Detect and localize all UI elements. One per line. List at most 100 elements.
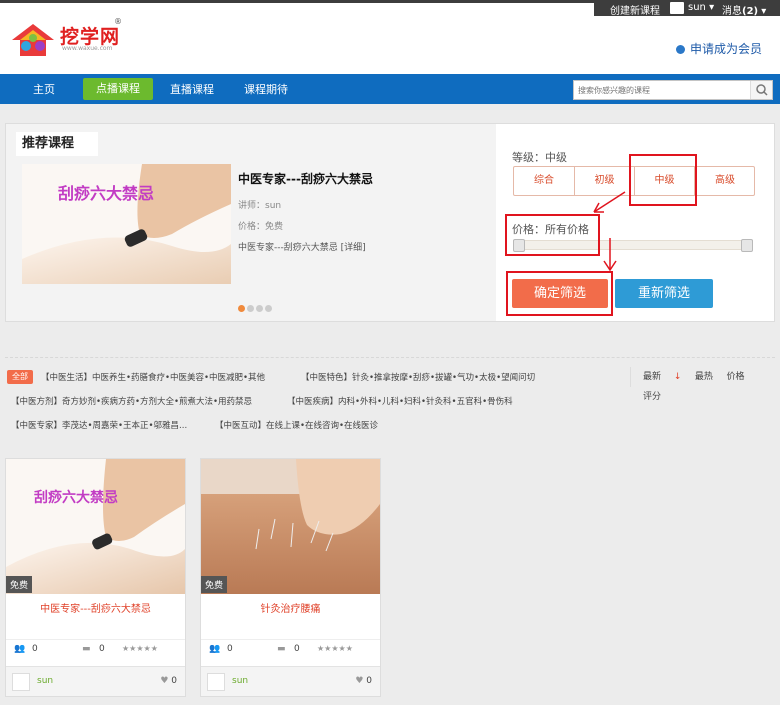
like-button[interactable]: ♥ 0 — [355, 676, 372, 686]
level-label: 等级：中级 — [512, 151, 567, 164]
category-all-tag[interactable]: 全部 — [7, 370, 33, 384]
recommended-desc: 中医专家---刮痧六大禁忌 [详细] — [238, 240, 366, 253]
site-logo[interactable]: 挖学网 ® www.waxue.com — [10, 17, 130, 58]
price-slider-min-handle[interactable] — [513, 239, 525, 252]
free-badge: 免费 — [201, 576, 228, 593]
level-tab-beginner[interactable]: 初级 — [575, 167, 635, 195]
students-icon: 👥 — [209, 644, 221, 654]
course-card-stats: 👥 0 ▬ 0 ★★★★★ — [6, 639, 185, 657]
sort-rating[interactable]: 评分 — [643, 387, 661, 407]
logo-url: www.waxue.com — [62, 45, 113, 52]
search-button[interactable] — [750, 81, 772, 99]
students-count: 0 — [32, 644, 38, 654]
category-tcm-prescriptions[interactable]: 【中医方剂】奇方妙剂•疾病方药•方剂大全•煎煮大法•用药禁忌 — [11, 395, 252, 407]
price-slider-max-handle[interactable] — [741, 239, 753, 252]
carousel-dots — [238, 302, 274, 315]
apply-member-link[interactable]: 申请成为会员 — [675, 40, 762, 57]
search-icon — [756, 84, 768, 96]
course-image-acupuncture — [201, 459, 380, 594]
user-avatar[interactable] — [12, 673, 30, 691]
nav-home[interactable]: 主页 — [33, 81, 55, 97]
filters-divider — [5, 357, 775, 358]
apply-member-label: 申请成为会员 — [689, 42, 762, 56]
rating-stars: ★★★★★ — [317, 644, 353, 653]
students-icon: 👥 — [14, 644, 26, 654]
recommended-price: 价格：免费 — [238, 222, 284, 232]
category-tcm-experts[interactable]: 【中医专家】李茂达•周嘉荣•王本正•邬雅昌... — [11, 419, 187, 431]
top-strip: 创建新课程 sun ▾ 消息(2) ▾ — [594, 0, 780, 17]
comments-count: 0 — [99, 644, 105, 654]
carousel-dot-3[interactable] — [256, 305, 263, 312]
rating-stars: ★★★★★ — [122, 644, 158, 653]
recommended-lecturer: 讲师：sun — [238, 201, 282, 211]
logo-registered: ® — [114, 17, 122, 26]
sort-price[interactable]: 价格 — [726, 367, 744, 387]
carousel-dot-2[interactable] — [247, 305, 254, 312]
user-name[interactable]: sun — [37, 676, 53, 686]
level-tab-advanced[interactable]: 高级 — [695, 167, 755, 195]
category-tcm-interaction[interactable]: 【中医互动】在线上课•在线咨询•在线医诊 — [215, 419, 378, 431]
course-card-title[interactable]: 针灸治疗腰痛 — [201, 600, 380, 615]
logo-icon — [12, 24, 54, 56]
user-name: sun — [688, 2, 706, 13]
course-card[interactable]: 刮痧六大禁忌 免费 中医专家---刮痧六大禁忌 👥 0 ▬ 0 ★★★★★ su… — [5, 458, 186, 697]
carousel-dot-4[interactable] — [265, 305, 272, 312]
course-card-title[interactable]: 中医专家---刮痧六大禁忌 — [6, 600, 185, 615]
level-tabs: 综合 初级 中级 高级 — [513, 166, 755, 196]
course-card-stats: 👥 0 ▬ 0 ★★★★★ — [201, 639, 380, 657]
likes-count: 0 — [366, 676, 372, 686]
thumbnail-caption: 刮痧六大禁忌 — [58, 184, 155, 203]
top-bar: 创建新课程 sun ▾ 消息(2) ▾ — [0, 0, 780, 17]
price-slider[interactable] — [513, 239, 753, 252]
like-button[interactable]: ♥ 0 — [160, 676, 177, 686]
confirm-filter-button[interactable]: 确定筛选 — [512, 279, 608, 308]
detail-link[interactable]: [详细] — [341, 243, 366, 253]
user-avatar[interactable] — [670, 2, 684, 14]
course-image-caption: 刮痧六大禁忌 — [34, 490, 118, 506]
course-card-image[interactable]: 免费 — [201, 459, 380, 594]
sort-newest-label: 最新 — [643, 372, 662, 382]
sort-newest[interactable]: 最新 ↓ — [643, 367, 681, 387]
level-tab-all[interactable]: 综合 — [514, 167, 575, 195]
free-badge: 免费 — [6, 576, 33, 593]
comments-icon: ▬ — [82, 644, 91, 654]
create-course-link[interactable]: 创建新课程 — [610, 2, 660, 17]
arrow-circle-icon — [675, 45, 685, 54]
recommended-heading: 推荐课程 — [16, 132, 98, 156]
recommended-carousel: 推荐课程 刮痧六大禁忌 中医专家---刮痧六大禁忌 讲师：sun 价格：免费 中… — [6, 124, 496, 321]
recommended-thumbnail[interactable]: 刮痧六大禁忌 — [22, 164, 231, 284]
user-menu[interactable]: sun ▾ — [688, 2, 714, 13]
likes-count: 0 — [171, 676, 177, 686]
search-box — [573, 80, 773, 100]
category-tcm-features[interactable]: 【中医特色】针灸•推拿按摩•刮痧•拔罐•气功•太极•望闻问切 — [301, 371, 535, 383]
user-name[interactable]: sun — [232, 676, 248, 686]
category-tcm-diseases[interactable]: 【中医疾病】内科•外科•儿科•妇科•针灸科•五官科•骨伤科 — [287, 395, 513, 407]
course-card-image[interactable]: 刮痧六大禁忌 免费 — [6, 459, 185, 594]
students-count: 0 — [227, 644, 233, 654]
level-tab-intermediate[interactable]: 中级 — [635, 167, 695, 195]
header: 挖学网 ® www.waxue.com 申请成为会员 — [0, 16, 780, 74]
user-avatar[interactable] — [207, 673, 225, 691]
recommended-course-title[interactable]: 中医专家---刮痧六大禁忌 — [238, 170, 373, 187]
comments-icon: ▬ — [277, 644, 286, 654]
course-card[interactable]: 免费 针灸治疗腰痛 👥 0 ▬ 0 ★★★★★ sun ♥ 0 — [200, 458, 381, 697]
sort-hottest[interactable]: 最热 — [695, 367, 713, 387]
nav-live-courses[interactable]: 直播课程 — [170, 81, 214, 97]
carousel-dot-1[interactable] — [238, 305, 245, 312]
messages-menu[interactable]: 消息(2) ▾ — [722, 2, 766, 17]
category-tcm-life[interactable]: 【中医生活】中医养生•药膳食疗•中医美容•中医减肥•其他 — [41, 371, 265, 383]
course-card-user: sun ♥ 0 — [6, 666, 185, 696]
nav-upcoming-courses[interactable]: 课程期待 — [244, 81, 288, 97]
comments-count: 0 — [294, 644, 300, 654]
heart-icon: ♥ — [160, 676, 169, 686]
price-label: 价格：所有价格 — [512, 223, 589, 236]
recommended-desc-text: 中医专家---刮痧六大禁忌 — [238, 243, 338, 253]
course-image-guasha — [6, 459, 185, 594]
nav-vod-courses[interactable]: 点播课程 — [83, 78, 153, 100]
search-input[interactable] — [574, 81, 749, 99]
sort-options: 最新 ↓ 最热 价格 评分 — [630, 367, 775, 402]
reset-filter-button[interactable]: 重新筛选 — [615, 279, 713, 308]
heart-icon: ♥ — [355, 676, 364, 686]
category-filters: 全部 【中医生活】中医养生•药膳食疗•中医美容•中医减肥•其他 【中医特色】针灸… — [5, 357, 775, 439]
course-card-user: sun ♥ 0 — [201, 666, 380, 696]
